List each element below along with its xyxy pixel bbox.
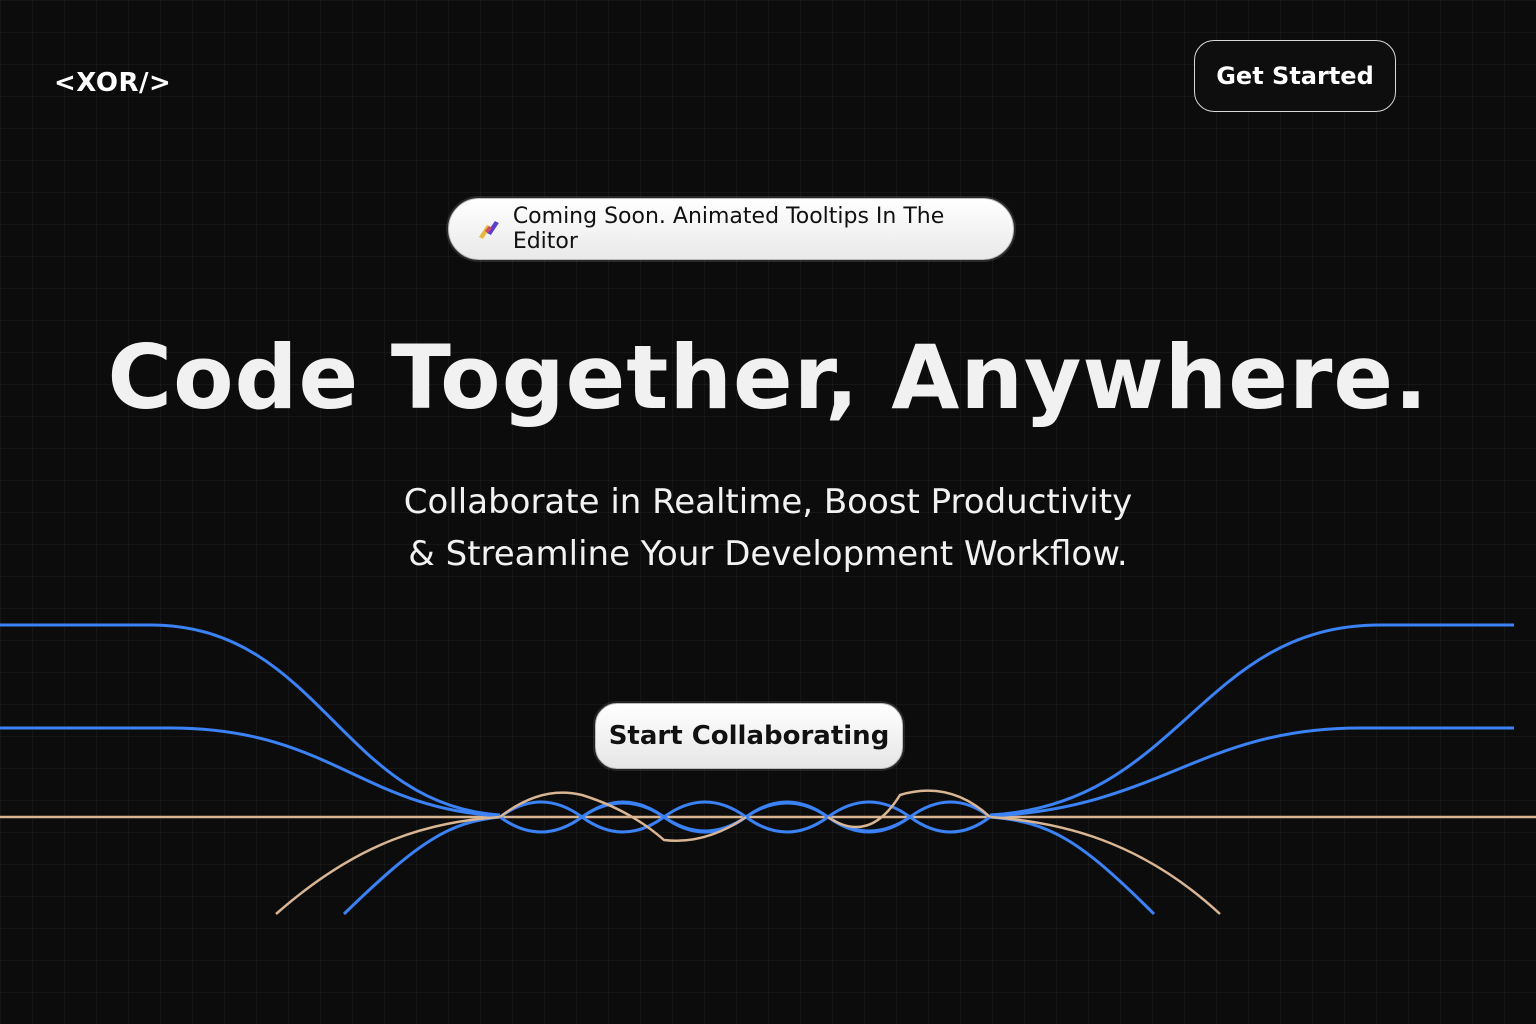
wave-lines-decoration: [0, 623, 1536, 916]
blue-wave-top-right: [989, 623, 1514, 817]
braid-beige-right: [827, 789, 991, 829]
beige-wave-bottom-right: [989, 815, 1221, 915]
beige-wave-bottom-left: [275, 815, 501, 915]
start-collaborating-button[interactable]: Start Collaborating: [595, 703, 903, 769]
blue-wave-mid-right: [989, 726, 1514, 818]
blue-wave-top-left: [0, 623, 501, 817]
blue-wave-bottom-left: [342, 815, 501, 916]
blue-wave-mid-left: [0, 726, 501, 818]
